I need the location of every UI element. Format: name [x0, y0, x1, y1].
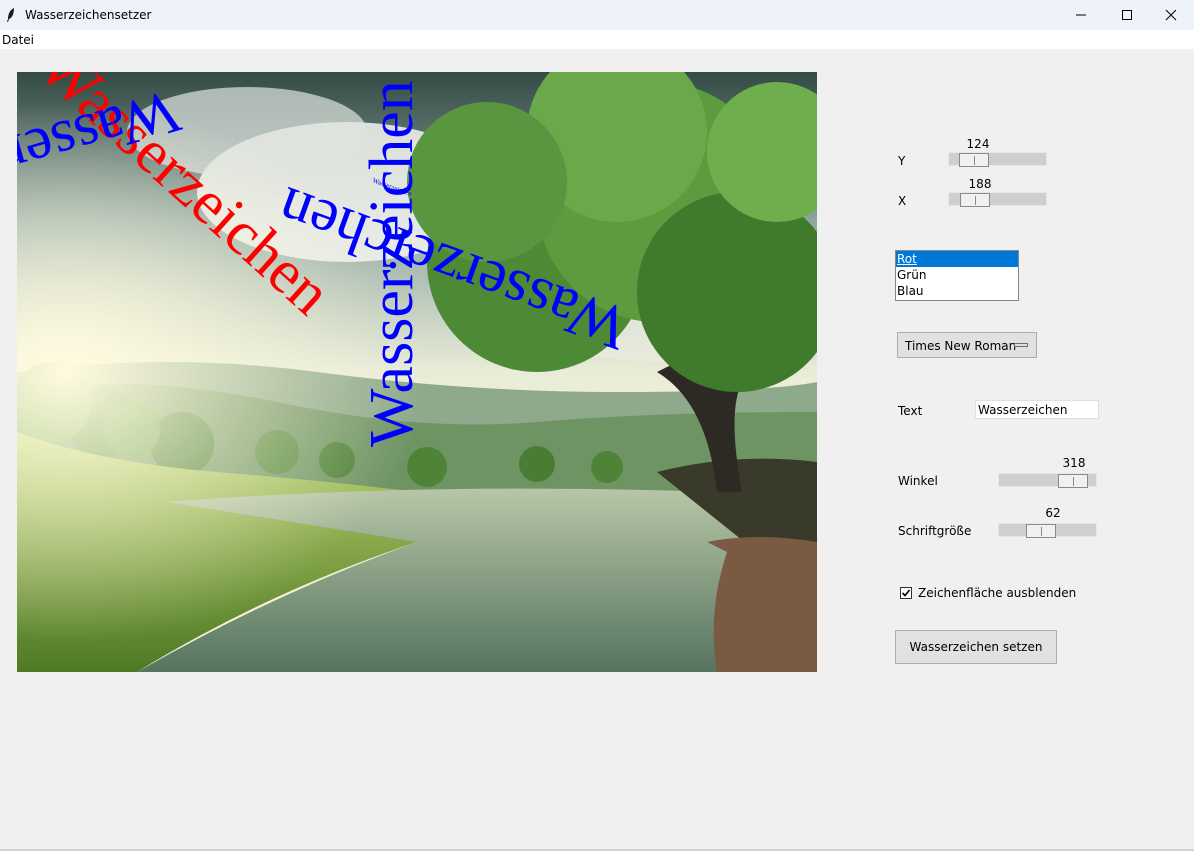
feather-icon: [7, 8, 14, 22]
color-option-blau[interactable]: Blau: [896, 283, 1018, 299]
window-title: Wasserzeichensetzer: [25, 8, 152, 22]
title-bar: Wasserzeichensetzer: [0, 0, 1194, 30]
y-value: 124: [966, 137, 990, 151]
minimize-button[interactable]: [1058, 0, 1104, 30]
x-value: 188: [968, 177, 992, 191]
maximize-button[interactable]: [1104, 0, 1150, 30]
font-select[interactable]: Times New Roman: [897, 332, 1037, 358]
landscape-image: Wasserzeichen Wasserzeichen Wasserzeiche…: [17, 72, 817, 672]
font-size-value: 62: [1045, 506, 1061, 520]
x-slider[interactable]: [948, 192, 1047, 207]
watermark-text-input[interactable]: [975, 400, 1099, 419]
x-slider-thumb[interactable]: [960, 193, 990, 207]
hide-canvas-label: Zeichenfläche ausblenden: [918, 586, 1077, 600]
close-button[interactable]: [1148, 0, 1194, 30]
angle-label: Winkel: [898, 474, 938, 488]
dropdown-indicator-icon: [1014, 343, 1028, 347]
font-size-slider-thumb[interactable]: [1026, 524, 1056, 538]
color-option-rot[interactable]: Rot: [896, 251, 1018, 267]
checkmark-icon: [901, 589, 911, 597]
y-slider-thumb[interactable]: [959, 153, 989, 167]
y-slider[interactable]: [948, 152, 1047, 167]
angle-value: 318: [1062, 456, 1086, 470]
maximize-icon: [1122, 10, 1132, 20]
font-size-slider[interactable]: [998, 523, 1097, 538]
font-size-label: Schriftgröße: [898, 524, 972, 538]
menu-bar: Datei: [0, 30, 1194, 49]
text-label: Text: [898, 404, 923, 418]
angle-slider-thumb[interactable]: [1058, 474, 1088, 488]
close-icon: [1165, 9, 1177, 21]
image-canvas[interactable]: Wasserzeichen Wasserzeichen Wasserzeiche…: [17, 72, 817, 672]
color-option-gruen[interactable]: Grün: [896, 267, 1018, 283]
x-label: X: [898, 194, 907, 208]
hide-canvas-checkbox[interactable]: [900, 587, 912, 599]
y-label: Y: [898, 154, 906, 168]
font-select-value: Times New Roman: [905, 339, 1017, 353]
apply-watermark-button[interactable]: Wasserzeichen setzen: [895, 630, 1057, 664]
angle-slider[interactable]: [998, 473, 1097, 488]
minimize-icon: [1076, 14, 1086, 16]
menu-datei[interactable]: Datei: [2, 33, 34, 47]
color-listbox[interactable]: Rot Grün Blau: [895, 250, 1019, 301]
